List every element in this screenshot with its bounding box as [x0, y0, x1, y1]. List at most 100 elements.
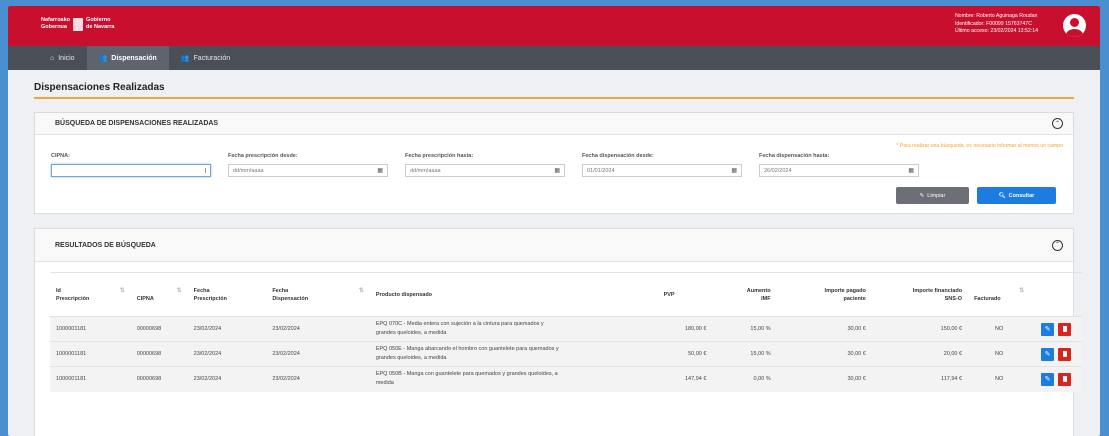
search-button[interactable]: 🔍︎ Consultar	[977, 187, 1056, 204]
logo-text-spanish-2: de Navarra	[86, 24, 115, 30]
cell-pagado: 30,00 €	[776, 316, 872, 342]
cell-cipna: 00000698	[130, 341, 188, 367]
col-fdisp-label-2: Dispensación	[272, 295, 309, 302]
disp-desde-value: 01/01/2024	[587, 167, 615, 174]
logo-text-spanish-1: Gobierno	[86, 17, 111, 23]
col-id-label-1: Id	[56, 287, 61, 294]
search-button-label: Consultar	[1008, 192, 1035, 199]
cell-producto-line2: grandes queloides, a medida	[375, 355, 447, 361]
col-producto-label: Producto dispensado	[375, 291, 433, 298]
user-avatar-icon[interactable]	[1063, 14, 1086, 37]
logo-text-basque-2: Gobernua	[41, 24, 67, 30]
cell-pagado: 30,00 €	[776, 366, 872, 392]
col-financiado-label-1: Importe financiado	[912, 287, 963, 294]
cell-aumento: 0,00 %	[712, 366, 777, 392]
results-panel: RESULTADOS DE BÚSQUEDA ⌃ ⇅ Id Prescripción…	[34, 228, 1082, 436]
col-facturado[interactable]: ⇅ Facturado	[968, 272, 1031, 317]
cell-producto: EPQ 070C - Media entera con sujeción a l…	[369, 316, 658, 342]
app-window: Nafarroako Gobernua Gobierno de Navarra …	[8, 6, 1100, 436]
col-aumento-label-2: IMF	[761, 295, 771, 302]
presc-hasta-label: Fecha prescripción hasta:	[405, 153, 474, 159]
cell-cipna: 00000698	[130, 316, 188, 342]
delete-icon[interactable]	[1058, 372, 1072, 386]
cell-financiado: 117,94 €	[871, 366, 969, 392]
cell-id: 1000001181	[50, 341, 131, 367]
filter-presc-hasta: Fecha prescripción hasta: dd/mm/aaaa ▦	[405, 153, 565, 177]
cell-pvp: 50,00 €	[657, 341, 713, 367]
nav-dispensacion-label: Dispensación	[111, 54, 157, 62]
header-bar: Nafarroako Gobernua Gobierno de Navarra …	[8, 6, 1100, 46]
filter-disp-hasta: Fecha dispensación hasta: 26/02/2024 ▦	[759, 153, 919, 177]
col-cipna[interactable]: ⇅ CIPNA	[130, 272, 188, 317]
col-pagado[interactable]: Importe pagado paciente	[776, 272, 872, 317]
sort-icon[interactable]: ⇅	[177, 287, 182, 295]
page-title: Dispensaciones Realizadas	[34, 82, 1074, 99]
cell-fecha-dispensacion: 23/02/2024	[266, 316, 370, 342]
nav-facturacion[interactable]: 👥 Facturación	[169, 46, 242, 70]
calendar-icon[interactable]: ▦	[377, 167, 383, 174]
col-id[interactable]: ⇅ Id Prescripción	[50, 272, 131, 317]
col-cipna-label: CIPNA	[136, 295, 154, 302]
sort-icon[interactable]: ⇅	[120, 287, 125, 295]
col-financiado[interactable]: Importe financiado SNS-O	[871, 272, 969, 317]
col-producto[interactable]: Producto dispensado	[369, 272, 658, 317]
cell-producto-line1: EPQ 050E - Manga abarcando el hombro con…	[375, 346, 559, 352]
col-fpres-label-1: Fecha	[193, 287, 210, 294]
user-name: Nombre: Roberto Aguinaga Roudan	[954, 13, 1038, 19]
nav-facturacion-label: Facturación	[193, 54, 231, 62]
disp-hasta-input[interactable]: 26/02/2024 ▦	[759, 164, 919, 177]
calendar-icon[interactable]: ▦	[554, 167, 560, 174]
clear-button[interactable]: ✎ Limpiar	[896, 187, 969, 204]
calendar-icon[interactable]: ▦	[731, 167, 737, 174]
col-aumento[interactable]: Aumento IMF	[712, 272, 777, 317]
presc-desde-input[interactable]: dd/mm/aaaa ▦	[228, 164, 388, 177]
filter-disp-desde: Fecha dispensación desde: 01/01/2024 ▦	[582, 153, 742, 177]
nav-inicio[interactable]: ⌂ Inicio	[38, 46, 87, 70]
search-buttons: ✎ Limpiar 🔍︎ Consultar	[35, 177, 1073, 213]
search-panel-title: BÚSQUEDA DE DISPENSACIONES REALIZADAS	[55, 120, 219, 127]
col-pagado-label-1: Importe pagado	[824, 287, 866, 294]
cell-producto-line2: medida	[375, 380, 394, 387]
users-icon: 👥	[180, 55, 190, 62]
col-fecha-dispensacion[interactable]: ⇅ Fecha Dispensación	[266, 272, 370, 317]
cell-aumento: 15,00 %	[712, 341, 777, 367]
cell-producto-line1: EPQ 050B - Manga con guantelete para que…	[375, 371, 558, 378]
logo[interactable]: Nafarroako Gobernua Gobierno de Navarra	[41, 17, 114, 31]
results-table: ⇅ Id Prescripción ⇅ CIPNA Fecha Prescripción…	[50, 272, 1082, 392]
calendar-icon[interactable]: ▦	[908, 167, 914, 174]
crest-icon	[73, 17, 84, 31]
cell-fecha-dispensacion: 23/02/2024	[266, 341, 370, 367]
clear-button-label: Limpiar	[927, 192, 946, 199]
collapse-icon[interactable]: ⌃	[1052, 239, 1063, 251]
delete-icon[interactable]	[1058, 322, 1072, 336]
collapse-icon[interactable]: ⌃	[1052, 118, 1063, 129]
logo-text-basque-1: Nafarroako	[41, 17, 71, 23]
edit-icon[interactable]: ✎	[1041, 322, 1055, 336]
user-info: Nombre: Roberto Aguinaga Roudan Identifi…	[955, 13, 1038, 36]
edit-icon[interactable]: ✎	[1041, 372, 1055, 386]
cell-facturado: NO	[968, 341, 1031, 367]
sort-icon[interactable]: ⇅	[1019, 287, 1024, 295]
col-fecha-prescripcion[interactable]: Fecha Prescripción	[187, 272, 267, 317]
col-pvp[interactable]: PVP	[657, 272, 713, 317]
disp-desde-input[interactable]: 01/01/2024 ▦	[582, 164, 742, 177]
edit-icon[interactable]: ✎	[1041, 347, 1055, 361]
cell-facturado: NO	[968, 316, 1031, 342]
cipna-label: CIPNA:	[51, 153, 70, 159]
cell-fecha-prescripcion: 23/02/2024	[187, 366, 267, 392]
nav-dispensacion[interactable]: 👥 Dispensación	[86, 46, 169, 70]
cell-fecha-dispensacion: 23/02/2024	[266, 366, 370, 392]
results-panel-header: RESULTADOS DE BÚSQUEDA ⌃	[35, 229, 1073, 262]
presc-hasta-input[interactable]: dd/mm/aaaa ▦	[405, 164, 565, 177]
col-id-label-2: Prescripción	[56, 295, 90, 302]
col-facturado-label: Facturado	[974, 295, 1001, 302]
results-panel-title: RESULTADOS DE BÚSQUEDA	[55, 241, 156, 249]
cell-fecha-prescripcion: 23/02/2024	[187, 341, 267, 367]
cipna-input[interactable]: |	[51, 164, 211, 177]
delete-icon[interactable]	[1058, 347, 1072, 361]
presc-desde-label: Fecha prescripción desde:	[228, 153, 298, 159]
presc-hasta-value: dd/mm/aaaa	[410, 167, 441, 174]
cell-producto-line1: EPQ 070C - Media entera con sujeción a l…	[375, 321, 544, 327]
cell-aumento: 15,00 %	[712, 316, 777, 342]
sort-icon[interactable]: ⇅	[359, 287, 364, 295]
